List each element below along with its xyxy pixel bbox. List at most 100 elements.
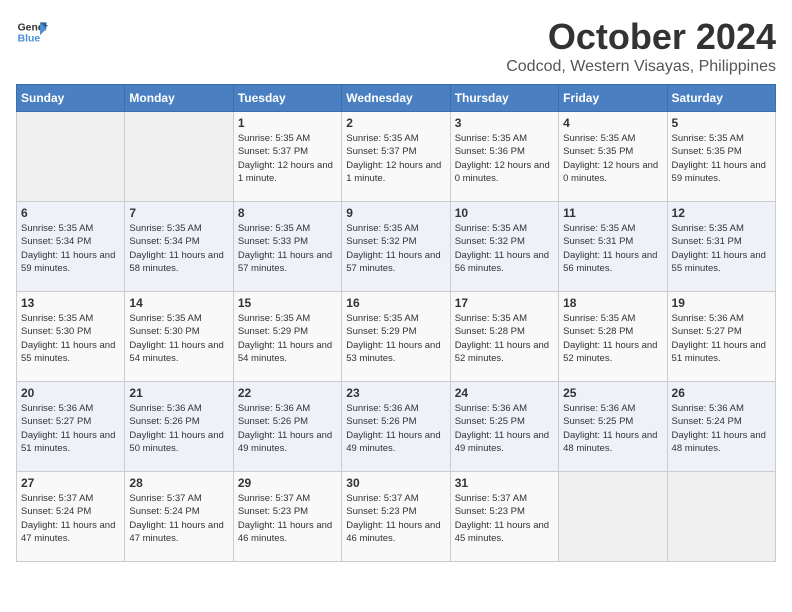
day-number: 23 (346, 386, 445, 400)
calendar-week-3: 13 Sunrise: 5:35 AM Sunset: 5:30 PM Dayl… (17, 292, 776, 382)
calendar-cell: 4 Sunrise: 5:35 AM Sunset: 5:35 PM Dayli… (559, 112, 667, 202)
day-number: 14 (129, 296, 228, 310)
column-header-tuesday: Tuesday (233, 85, 341, 112)
cell-info: Sunrise: 5:37 AM Sunset: 5:24 PM Dayligh… (21, 492, 120, 545)
calendar-cell: 31 Sunrise: 5:37 AM Sunset: 5:23 PM Dayl… (450, 472, 558, 562)
calendar-cell: 10 Sunrise: 5:35 AM Sunset: 5:32 PM Dayl… (450, 202, 558, 292)
calendar-cell: 11 Sunrise: 5:35 AM Sunset: 5:31 PM Dayl… (559, 202, 667, 292)
cell-info: Sunrise: 5:35 AM Sunset: 5:31 PM Dayligh… (672, 222, 771, 275)
calendar-week-4: 20 Sunrise: 5:36 AM Sunset: 5:27 PM Dayl… (17, 382, 776, 472)
day-number: 27 (21, 476, 120, 490)
calendar-cell: 21 Sunrise: 5:36 AM Sunset: 5:26 PM Dayl… (125, 382, 233, 472)
day-number: 19 (672, 296, 771, 310)
calendar-cell: 1 Sunrise: 5:35 AM Sunset: 5:37 PM Dayli… (233, 112, 341, 202)
calendar-table: SundayMondayTuesdayWednesdayThursdayFrid… (16, 84, 776, 562)
logo: General Blue (16, 16, 48, 48)
cell-info: Sunrise: 5:35 AM Sunset: 5:28 PM Dayligh… (563, 312, 662, 365)
column-header-wednesday: Wednesday (342, 85, 450, 112)
cell-info: Sunrise: 5:35 AM Sunset: 5:31 PM Dayligh… (563, 222, 662, 275)
cell-info: Sunrise: 5:35 AM Sunset: 5:35 PM Dayligh… (672, 132, 771, 185)
calendar-cell: 23 Sunrise: 5:36 AM Sunset: 5:26 PM Dayl… (342, 382, 450, 472)
cell-info: Sunrise: 5:37 AM Sunset: 5:23 PM Dayligh… (346, 492, 445, 545)
day-number: 25 (563, 386, 662, 400)
day-number: 8 (238, 206, 337, 220)
calendar-cell: 28 Sunrise: 5:37 AM Sunset: 5:24 PM Dayl… (125, 472, 233, 562)
calendar-cell: 29 Sunrise: 5:37 AM Sunset: 5:23 PM Dayl… (233, 472, 341, 562)
day-number: 7 (129, 206, 228, 220)
calendar-cell: 15 Sunrise: 5:35 AM Sunset: 5:29 PM Dayl… (233, 292, 341, 382)
calendar-body: 1 Sunrise: 5:35 AM Sunset: 5:37 PM Dayli… (17, 112, 776, 562)
calendar-header-row: SundayMondayTuesdayWednesdayThursdayFrid… (17, 85, 776, 112)
cell-info: Sunrise: 5:35 AM Sunset: 5:29 PM Dayligh… (346, 312, 445, 365)
cell-info: Sunrise: 5:35 AM Sunset: 5:30 PM Dayligh… (21, 312, 120, 365)
calendar-cell: 24 Sunrise: 5:36 AM Sunset: 5:25 PM Dayl… (450, 382, 558, 472)
day-number: 4 (563, 116, 662, 130)
cell-info: Sunrise: 5:36 AM Sunset: 5:26 PM Dayligh… (238, 402, 337, 455)
calendar-cell: 3 Sunrise: 5:35 AM Sunset: 5:36 PM Dayli… (450, 112, 558, 202)
calendar-cell: 25 Sunrise: 5:36 AM Sunset: 5:25 PM Dayl… (559, 382, 667, 472)
cell-info: Sunrise: 5:35 AM Sunset: 5:34 PM Dayligh… (21, 222, 120, 275)
location-title: Codcod, Western Visayas, Philippines (506, 58, 776, 76)
month-title: October 2024 (506, 16, 776, 58)
day-number: 12 (672, 206, 771, 220)
column-header-sunday: Sunday (17, 85, 125, 112)
day-number: 21 (129, 386, 228, 400)
page-header: General Blue October 2024 Codcod, Wester… (16, 16, 776, 76)
day-number: 24 (455, 386, 554, 400)
day-number: 31 (455, 476, 554, 490)
cell-info: Sunrise: 5:36 AM Sunset: 5:25 PM Dayligh… (563, 402, 662, 455)
calendar-cell: 17 Sunrise: 5:35 AM Sunset: 5:28 PM Dayl… (450, 292, 558, 382)
column-header-friday: Friday (559, 85, 667, 112)
day-number: 3 (455, 116, 554, 130)
day-number: 2 (346, 116, 445, 130)
cell-info: Sunrise: 5:36 AM Sunset: 5:27 PM Dayligh… (21, 402, 120, 455)
calendar-cell: 9 Sunrise: 5:35 AM Sunset: 5:32 PM Dayli… (342, 202, 450, 292)
calendar-cell: 19 Sunrise: 5:36 AM Sunset: 5:27 PM Dayl… (667, 292, 775, 382)
calendar-cell: 12 Sunrise: 5:35 AM Sunset: 5:31 PM Dayl… (667, 202, 775, 292)
calendar-cell: 14 Sunrise: 5:35 AM Sunset: 5:30 PM Dayl… (125, 292, 233, 382)
calendar-cell: 6 Sunrise: 5:35 AM Sunset: 5:34 PM Dayli… (17, 202, 125, 292)
calendar-cell: 8 Sunrise: 5:35 AM Sunset: 5:33 PM Dayli… (233, 202, 341, 292)
day-number: 5 (672, 116, 771, 130)
cell-info: Sunrise: 5:35 AM Sunset: 5:34 PM Dayligh… (129, 222, 228, 275)
cell-info: Sunrise: 5:35 AM Sunset: 5:32 PM Dayligh… (455, 222, 554, 275)
cell-info: Sunrise: 5:37 AM Sunset: 5:23 PM Dayligh… (238, 492, 337, 545)
calendar-cell: 2 Sunrise: 5:35 AM Sunset: 5:37 PM Dayli… (342, 112, 450, 202)
calendar-week-2: 6 Sunrise: 5:35 AM Sunset: 5:34 PM Dayli… (17, 202, 776, 292)
svg-text:Blue: Blue (18, 34, 41, 45)
cell-info: Sunrise: 5:37 AM Sunset: 5:24 PM Dayligh… (129, 492, 228, 545)
day-number: 15 (238, 296, 337, 310)
calendar-cell: 13 Sunrise: 5:35 AM Sunset: 5:30 PM Dayl… (17, 292, 125, 382)
cell-info: Sunrise: 5:36 AM Sunset: 5:24 PM Dayligh… (672, 402, 771, 455)
calendar-cell (559, 472, 667, 562)
day-number: 28 (129, 476, 228, 490)
day-number: 30 (346, 476, 445, 490)
calendar-cell (17, 112, 125, 202)
column-header-monday: Monday (125, 85, 233, 112)
calendar-week-1: 1 Sunrise: 5:35 AM Sunset: 5:37 PM Dayli… (17, 112, 776, 202)
day-number: 6 (21, 206, 120, 220)
cell-info: Sunrise: 5:35 AM Sunset: 5:37 PM Dayligh… (346, 132, 445, 185)
calendar-cell (125, 112, 233, 202)
day-number: 29 (238, 476, 337, 490)
day-number: 18 (563, 296, 662, 310)
day-number: 11 (563, 206, 662, 220)
day-number: 10 (455, 206, 554, 220)
cell-info: Sunrise: 5:37 AM Sunset: 5:23 PM Dayligh… (455, 492, 554, 545)
day-number: 16 (346, 296, 445, 310)
cell-info: Sunrise: 5:36 AM Sunset: 5:26 PM Dayligh… (129, 402, 228, 455)
day-number: 9 (346, 206, 445, 220)
day-number: 13 (21, 296, 120, 310)
cell-info: Sunrise: 5:35 AM Sunset: 5:36 PM Dayligh… (455, 132, 554, 185)
logo-icon: General Blue (16, 16, 48, 48)
title-area: October 2024 Codcod, Western Visayas, Ph… (506, 16, 776, 76)
cell-info: Sunrise: 5:36 AM Sunset: 5:27 PM Dayligh… (672, 312, 771, 365)
calendar-cell: 22 Sunrise: 5:36 AM Sunset: 5:26 PM Dayl… (233, 382, 341, 472)
day-number: 22 (238, 386, 337, 400)
cell-info: Sunrise: 5:35 AM Sunset: 5:35 PM Dayligh… (563, 132, 662, 185)
cell-info: Sunrise: 5:36 AM Sunset: 5:25 PM Dayligh… (455, 402, 554, 455)
calendar-cell (667, 472, 775, 562)
cell-info: Sunrise: 5:35 AM Sunset: 5:28 PM Dayligh… (455, 312, 554, 365)
day-number: 17 (455, 296, 554, 310)
cell-info: Sunrise: 5:35 AM Sunset: 5:37 PM Dayligh… (238, 132, 337, 185)
